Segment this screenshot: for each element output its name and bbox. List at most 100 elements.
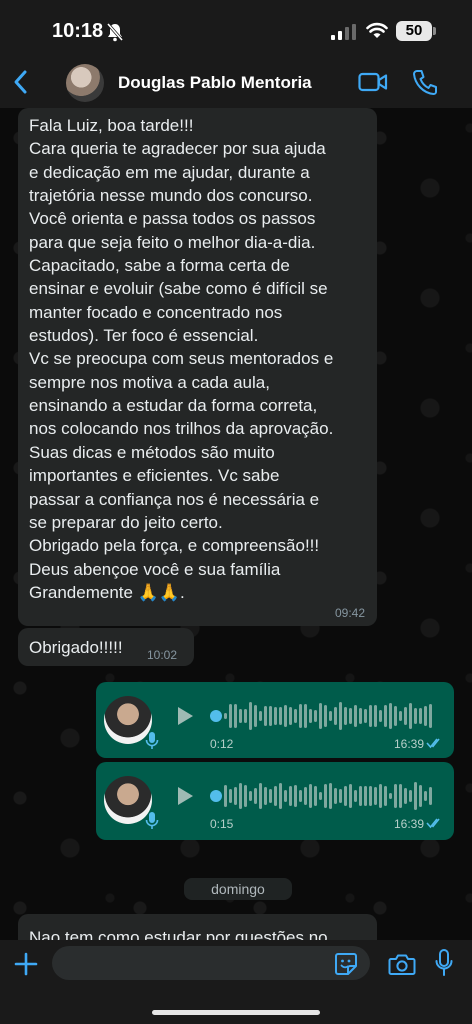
waveform-bar [279, 707, 282, 725]
message-time: 10:02 [147, 648, 178, 662]
sticker-icon[interactable] [334, 952, 358, 976]
day-separator: domingo [184, 878, 292, 900]
message-input[interactable] [52, 946, 370, 980]
waveform-bar [354, 705, 357, 727]
waveform-bar [234, 703, 237, 729]
phone-icon[interactable] [412, 68, 438, 96]
message-time: 16:39 [393, 737, 424, 751]
waveform-bar [364, 709, 367, 723]
waveform-bar [344, 707, 347, 725]
waveform-bar [249, 702, 252, 730]
clock: 10:18 [52, 20, 104, 42]
waveform-bar [259, 710, 262, 722]
waveform-bar [319, 702, 322, 730]
waveform-bar [319, 792, 322, 800]
waveform-bar [229, 704, 232, 728]
plus-icon[interactable] [14, 952, 38, 976]
waveform-bar [404, 707, 407, 725]
waveform-bar [244, 709, 247, 723]
waveform[interactable] [224, 780, 436, 812]
waveform-bar [264, 787, 267, 805]
waveform-bar [284, 789, 287, 803]
chat-area[interactable]: Fala Luiz, boa tarde!!! Cara queria te a… [0, 108, 472, 940]
waveform-bar [324, 783, 327, 809]
waveform-bar [429, 703, 432, 729]
waveform-bar [269, 706, 272, 726]
waveform-bar [369, 704, 372, 728]
microphone-icon [145, 812, 159, 829]
waveform-bar [339, 789, 342, 803]
waveform-bar [389, 792, 392, 800]
waveform-bar [379, 784, 382, 808]
voice-message-bubble[interactable]: 0:12 16:39 [96, 682, 454, 758]
waveform-bar [279, 783, 282, 809]
waveform-bar [359, 707, 362, 725]
waveform-bar [294, 708, 297, 724]
play-icon[interactable] [176, 706, 194, 726]
waveform-bar [399, 783, 402, 809]
waveform-bar [254, 704, 257, 728]
waveform-bar [299, 704, 302, 728]
waveform-bar [304, 786, 307, 806]
status-bar: 10:18 50 [0, 0, 472, 58]
waveform-bar [384, 786, 387, 806]
waveform-bar [349, 707, 352, 725]
waveform-bar [354, 790, 357, 802]
read-ticks-icon [426, 738, 440, 749]
waveform-bar [234, 786, 237, 806]
waveform-bar [239, 708, 242, 724]
waveform-bar [389, 703, 392, 729]
waveform-bar [369, 785, 372, 807]
waveform-bar [394, 784, 397, 808]
message-text: Obrigado!!!!! [29, 638, 123, 657]
waveform-bar [289, 707, 292, 725]
waveform-bar [414, 782, 417, 810]
waveform-bar [249, 791, 252, 801]
waveform-bar [379, 709, 382, 723]
waveform-bar [264, 706, 267, 726]
microphone-icon[interactable] [434, 949, 454, 977]
home-indicator[interactable] [152, 1010, 320, 1015]
waveform-bar [419, 707, 422, 725]
video-camera-icon[interactable] [358, 70, 388, 94]
contact-name[interactable]: Douglas Pablo Mentoria [118, 73, 312, 93]
waveform-bar [399, 711, 402, 721]
waveform-bar [314, 709, 317, 723]
message-bubble-incoming[interactable]: Fala Luiz, boa tarde!!! Cara queria te a… [18, 108, 377, 626]
waveform-bar [424, 791, 427, 801]
read-ticks-icon [426, 818, 440, 829]
waveform-bar [394, 705, 397, 727]
message-bubble-incoming[interactable]: Nao tem como estudar por questões no [18, 914, 377, 940]
chat-header: Douglas Pablo Mentoria [0, 58, 472, 108]
waveform-bar [404, 788, 407, 804]
waveform[interactable] [224, 700, 436, 732]
waveform-bar [419, 784, 422, 808]
play-icon[interactable] [176, 786, 194, 806]
waveform-bar [239, 783, 242, 809]
chevron-left-icon[interactable] [10, 68, 32, 96]
waveform-bar [244, 785, 247, 807]
bell-muted-icon [106, 23, 124, 42]
waveform-bar [334, 787, 337, 805]
camera-icon[interactable] [388, 952, 416, 976]
voice-message-bubble[interactable]: 0:15 16:39 [96, 762, 454, 840]
playback-position-dot[interactable] [210, 790, 222, 802]
waveform-bar [364, 785, 367, 807]
playback-position-dot[interactable] [210, 710, 222, 722]
message-text: Fala Luiz, boa tarde!!! Cara queria te a… [29, 116, 334, 602]
wifi-icon [366, 22, 388, 38]
waveform-bar [254, 787, 257, 805]
waveform-bar [329, 783, 332, 809]
contact-avatar[interactable] [66, 64, 104, 102]
message-time: 16:39 [393, 817, 424, 831]
waveform-bar [269, 788, 272, 804]
voice-duration: 0:15 [210, 817, 234, 831]
waveform-bar [309, 783, 312, 809]
waveform-bar [334, 706, 337, 726]
message-time: 09:42 [334, 606, 365, 620]
waveform-bar [374, 704, 377, 728]
message-composer [0, 940, 472, 1024]
waveform-bar [274, 785, 277, 807]
message-bubble-incoming[interactable]: Obrigado!!!!! 10:02 [18, 628, 194, 666]
waveform-bar [314, 785, 317, 807]
